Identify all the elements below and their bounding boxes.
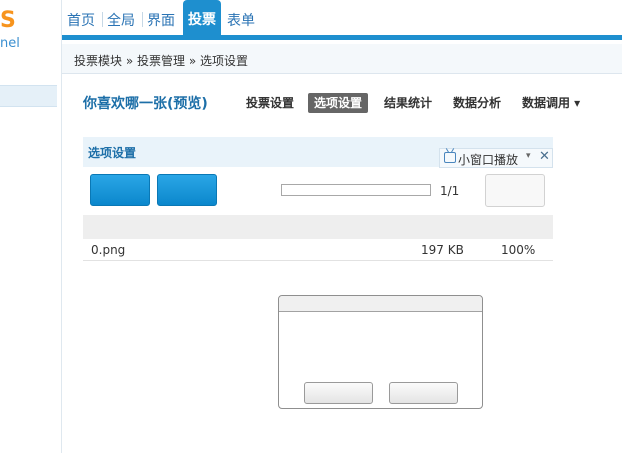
dialog-box: [278, 295, 483, 409]
breadcrumb-separator: »: [122, 54, 137, 68]
nav-home[interactable]: 首页: [67, 10, 95, 30]
dialog-ok-button[interactable]: [304, 382, 373, 404]
mini-player-label[interactable]: 小窗口播放: [458, 151, 518, 168]
file-table-header: [83, 215, 553, 239]
breadcrumb-item[interactable]: 投票管理: [137, 54, 185, 68]
nav-vote[interactable]: 投票: [183, 0, 221, 38]
cancel-button[interactable]: [485, 174, 545, 207]
top-nav: 首页 全局 界面 投票 表单: [62, 0, 622, 40]
file-size: 197 KB: [421, 243, 464, 257]
dialog-cancel-button[interactable]: [389, 382, 458, 404]
file-percent: 100%: [501, 243, 536, 257]
nav-global[interactable]: 全局: [107, 10, 135, 30]
breadcrumb-separator: »: [185, 54, 200, 68]
logo-fragment: S: [0, 8, 16, 33]
select-files-button[interactable]: [90, 174, 150, 206]
left-panel: S nel: [0, 0, 62, 453]
tv-icon: [444, 152, 456, 163]
nav-underline: [62, 35, 622, 40]
panel-header: 选项设置 小窗口播放 ▾ ✕: [83, 137, 553, 168]
table-row: 0.png 197 KB 100%: [83, 240, 553, 261]
tab-vote-settings[interactable]: 投票设置: [246, 93, 294, 113]
mini-player-bar[interactable]: 小窗口播放 ▾ ✕: [439, 148, 553, 168]
nav-divider: [142, 12, 143, 27]
tab-data-call[interactable]: 数据调用 ▾: [522, 93, 580, 113]
tab-results[interactable]: 结果统计: [384, 93, 432, 113]
logo-subtext: nel: [0, 36, 20, 51]
panel-title: 选项设置: [88, 146, 137, 160]
nav-divider: [102, 12, 103, 27]
sidebar-highlight[interactable]: [0, 85, 57, 107]
close-icon[interactable]: ✕: [539, 149, 550, 164]
upload-count: 1/1: [440, 184, 460, 198]
breadcrumb-item: 选项设置: [200, 54, 249, 68]
upload-button[interactable]: [157, 174, 217, 206]
nav-interface[interactable]: 界面: [147, 10, 175, 30]
upload-progress-bar: [281, 184, 431, 196]
dialog-titlebar[interactable]: [279, 296, 482, 312]
breadcrumb-item[interactable]: 投票模块: [74, 54, 122, 68]
breadcrumb: 投票模块 » 投票管理 » 选项设置: [62, 44, 622, 74]
nav-form[interactable]: 表单: [227, 10, 255, 30]
tab-analysis[interactable]: 数据分析: [453, 93, 501, 113]
chevron-down-icon[interactable]: ▾: [526, 151, 531, 161]
page-title: 你喜欢哪一张(预览): [83, 96, 208, 112]
tab-option-settings[interactable]: 选项设置: [308, 93, 369, 113]
file-name: 0.png: [91, 243, 126, 257]
